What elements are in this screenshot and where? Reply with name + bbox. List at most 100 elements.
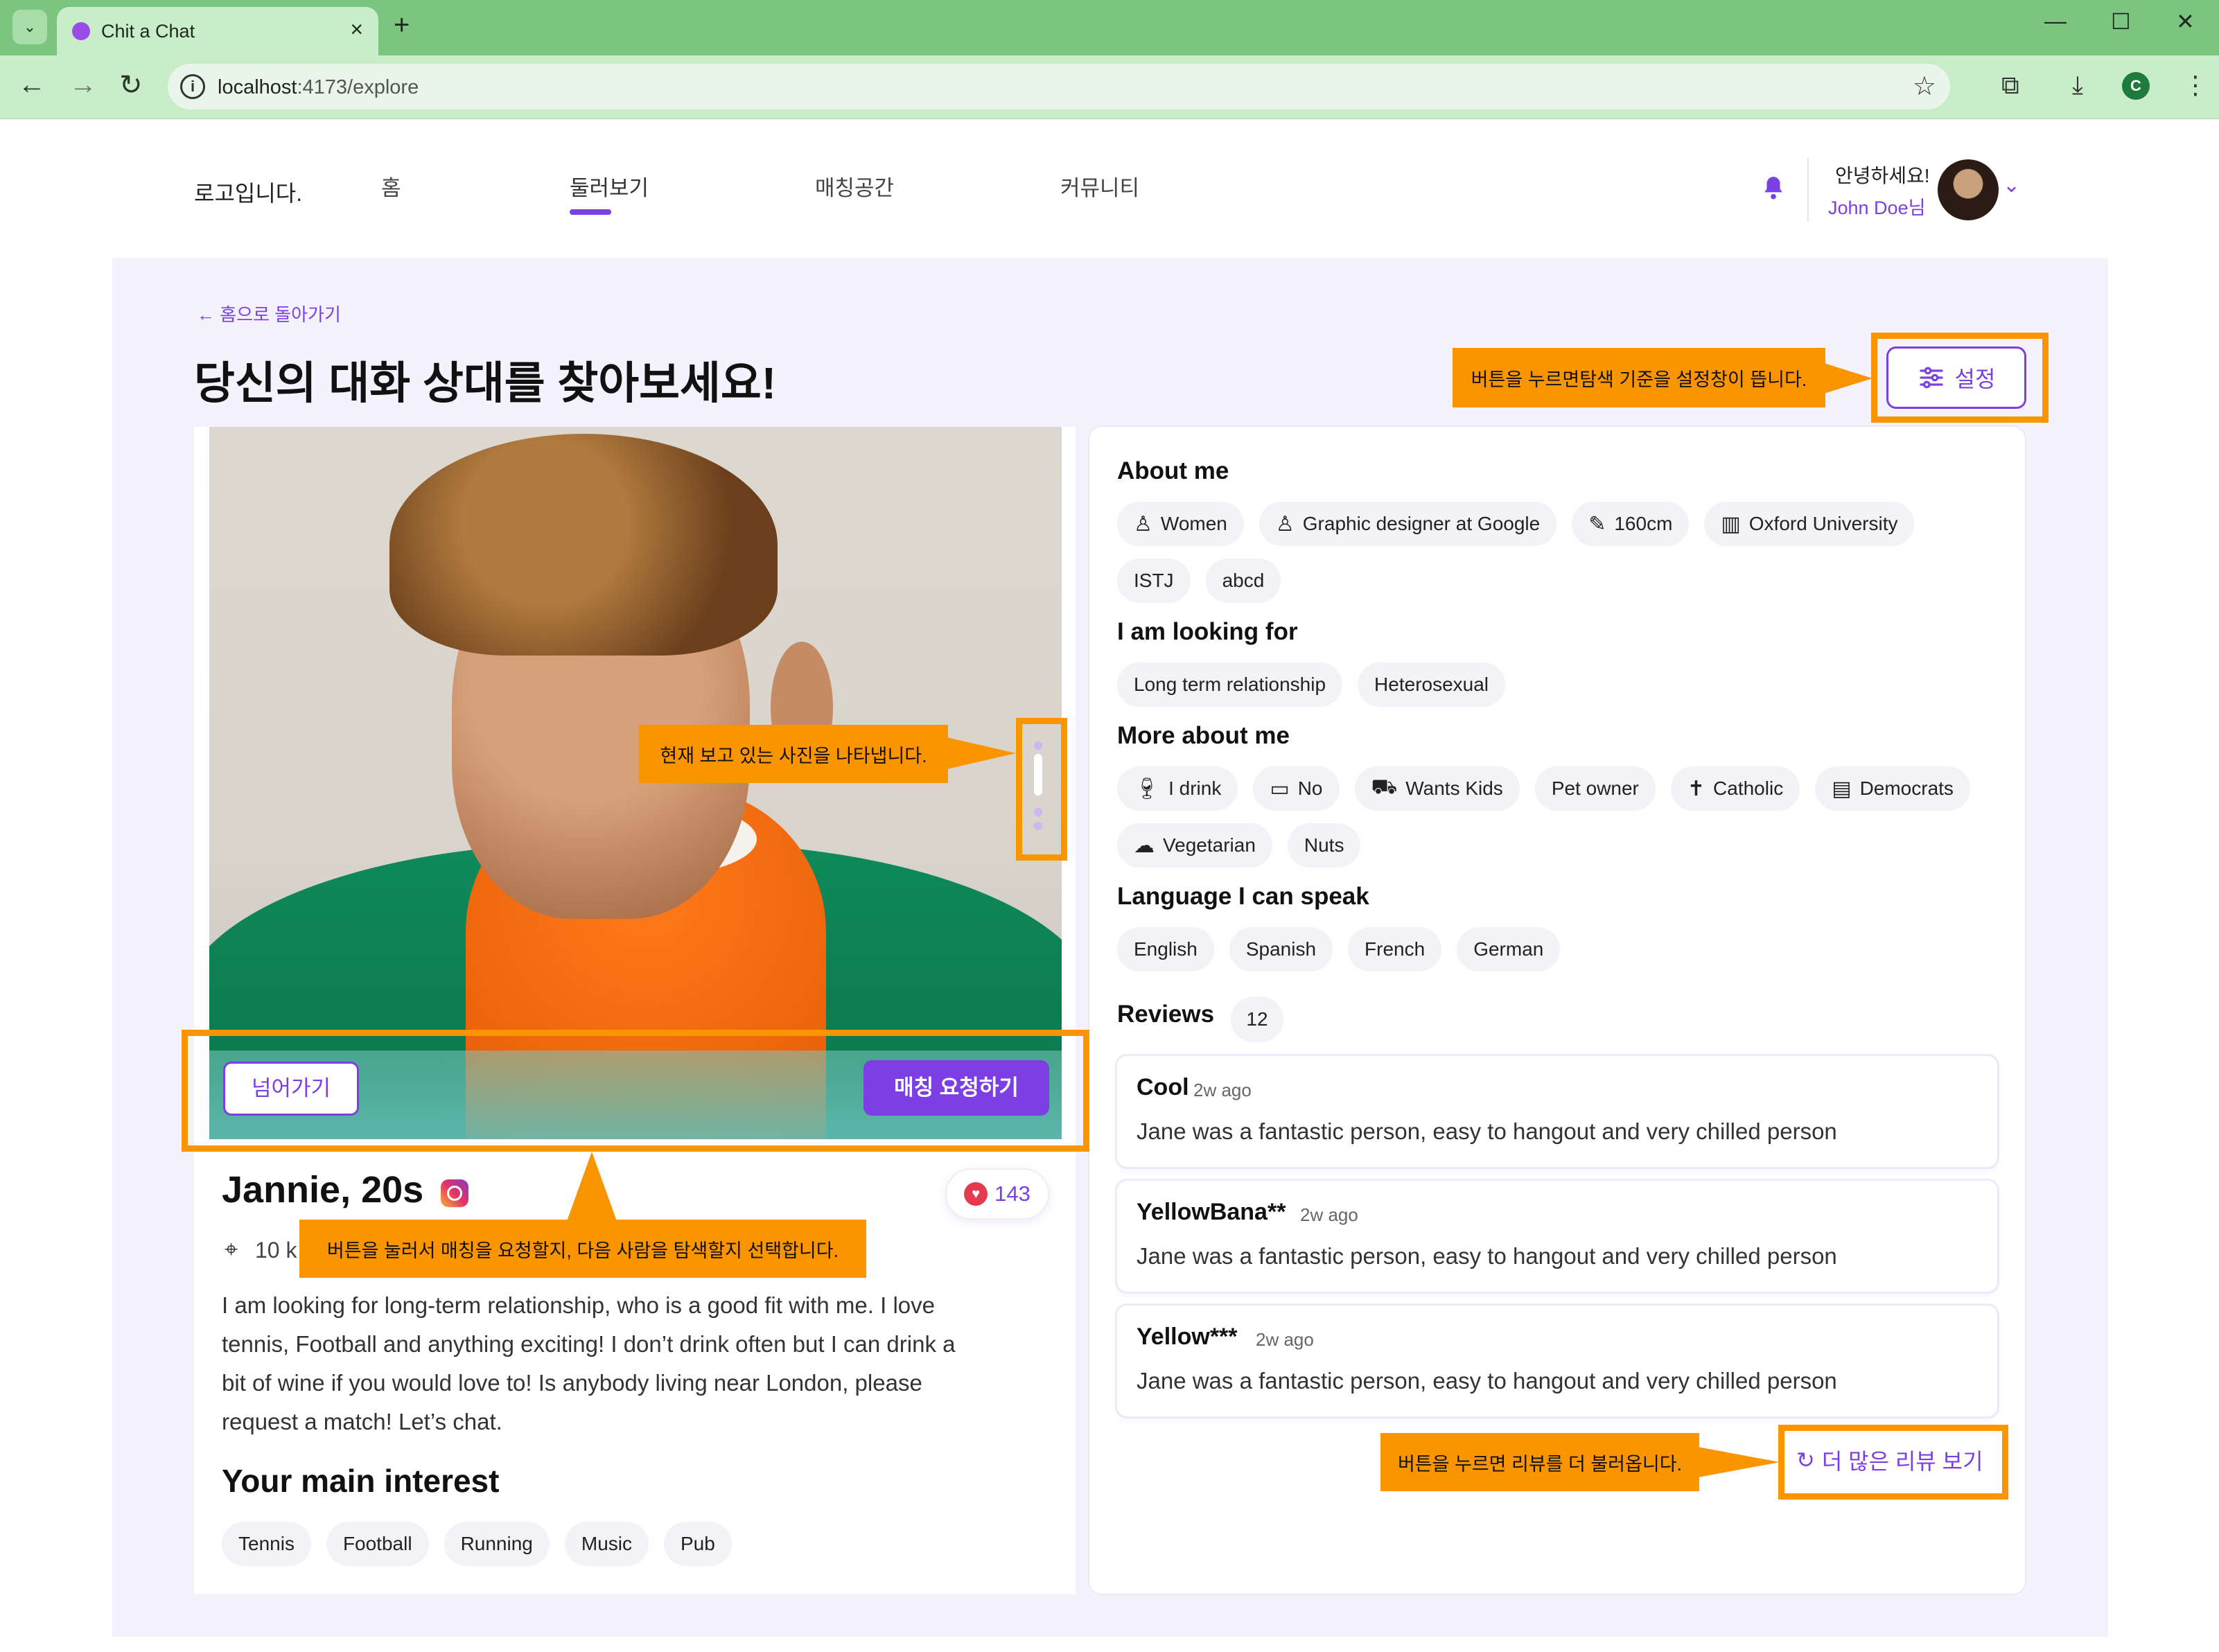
annotation-arrow	[947, 737, 1016, 769]
tab-title: Chit a Chat	[101, 21, 195, 42]
about-chip-gender: ♙ Women	[1117, 502, 1244, 546]
review-author: Yellow***	[1137, 1324, 1238, 1350]
interest-title: Your main interest	[222, 1463, 500, 1499]
interest-chip: Tennis	[222, 1522, 311, 1566]
looking-chips: Long term relationship Heterosexual	[1117, 662, 1506, 707]
language-title: Language I can speak	[1117, 883, 1369, 910]
interest-chip: Running	[444, 1522, 550, 1566]
reload-icon[interactable]: ↻	[119, 69, 143, 101]
bell-icon[interactable]	[1760, 175, 1787, 201]
interest-chips: Tennis Football Running Music Pub	[222, 1522, 732, 1566]
about-chip-school: ▥ Oxford University	[1704, 502, 1915, 546]
instagram-icon[interactable]	[441, 1179, 468, 1207]
more-chip-allergy: Nuts	[1287, 823, 1361, 868]
drink-icon: 🍷︎	[1134, 777, 1161, 800]
header-divider	[1807, 158, 1809, 222]
interest-chip: Football	[326, 1522, 429, 1566]
chef-hat-icon: ☁	[1134, 834, 1155, 857]
person-icon: ♙	[1275, 512, 1295, 536]
language-chip: Spanish	[1229, 927, 1333, 972]
back-home-link[interactable]: ← 홈으로 돌아가기	[197, 301, 341, 326]
looking-chip: Long term relationship	[1117, 662, 1343, 707]
profile-bio: I am looking for long-term relationship,…	[222, 1292, 956, 1434]
minimize-icon[interactable]: —	[2044, 8, 2067, 34]
browser-menu-icon[interactable]: ⋮	[2183, 71, 2208, 100]
review-card: YellowBana** 2w ago Jane was a fantastic…	[1117, 1181, 1997, 1292]
site-info-icon[interactable]: i	[180, 74, 205, 99]
browser-profile-avatar[interactable]: C	[2122, 72, 2150, 100]
more-chip-kids: ⛟ Wants Kids	[1354, 766, 1520, 811]
annotation-highlight-photo-indicator	[1016, 718, 1067, 861]
url-input[interactable]: i localhost:4173/explore ☆	[168, 64, 1950, 109]
review-card: Cool 2w ago Jane was a fantastic person,…	[1117, 1056, 1997, 1167]
annotation-settings: 버튼을 누르면탐색 기준을 설정창이 뜹니다.	[1453, 348, 1825, 407]
more-chip-diet: ☁ Vegetarian	[1117, 823, 1272, 868]
favicon-icon	[72, 22, 90, 40]
like-counter[interactable]: ♥ 143	[945, 1168, 1049, 1220]
close-tab-icon[interactable]: ×	[350, 17, 363, 42]
about-chip-mbti: ISTJ	[1117, 559, 1191, 603]
review-time: 2w ago	[1193, 1080, 1252, 1100]
url-text: localhost:4173/explore	[218, 76, 419, 98]
location-pin-icon: ⌖	[225, 1236, 238, 1263]
about-chip-other: abcd	[1205, 559, 1281, 603]
looking-chip: Heterosexual	[1358, 662, 1506, 707]
forward-icon[interactable]: →	[69, 69, 97, 100]
location-distance: 10 k	[255, 1238, 297, 1263]
maximize-icon[interactable]: ☐	[2111, 8, 2131, 35]
annotation-more-reviews: 버튼을 누르면 리뷰를 더 불러옵니다.	[1380, 1433, 1699, 1491]
browser-tab-bar: ⌄ Chit a Chat × + — ☐ ✕	[0, 0, 2219, 55]
review-text: Jane was a fantastic person, easy to han…	[1137, 1118, 1837, 1144]
close-window-icon[interactable]: ✕	[2176, 8, 2195, 35]
nav-matching[interactable]: 매칭공간	[815, 170, 894, 202]
nav-explore[interactable]: 둘러보기	[570, 170, 649, 202]
annotation-arrow	[567, 1152, 617, 1221]
more-chip-politics: ▤ Democrats	[1815, 766, 1970, 811]
browser-tab[interactable]: Chit a Chat ×	[57, 7, 378, 55]
greeting: 안녕하세요!	[1835, 165, 1930, 186]
reviews-count-badge: 12	[1231, 996, 1283, 1042]
address-bar-row: ← → ↻ i localhost:4173/explore ☆ ⧉ ⤓ C ⋮	[0, 55, 2219, 119]
stroller-icon: ⛟	[1371, 775, 1398, 798]
more-chip-drink: 🍷︎ I drink	[1117, 766, 1238, 811]
bookmark-star-icon[interactable]: ☆	[1913, 71, 1936, 102]
annotation-buttons: 버튼을 눌러서 매칭을 요청할지, 다음 사람을 탐색할지 선택합니다.	[299, 1220, 866, 1278]
tab-search-button[interactable]: ⌄	[12, 10, 47, 44]
more-chip-smoking: ▭ No	[1253, 766, 1340, 811]
more-chip-religion: ✝ Catholic	[1670, 766, 1800, 811]
language-chips: English Spanish French German	[1117, 927, 1561, 972]
back-icon[interactable]: ←	[18, 69, 46, 100]
annotation-highlight-more-reviews	[1778, 1425, 2008, 1500]
about-chips-2: ISTJ abcd	[1117, 559, 1281, 603]
looking-title: I am looking for	[1117, 618, 1298, 645]
logo[interactable]: 로고입니다.	[194, 176, 302, 208]
more-chip-pet: Pet owner	[1534, 766, 1656, 811]
like-count: 143	[994, 1181, 1030, 1206]
review-time: 2w ago	[1300, 1204, 1358, 1225]
nav-home[interactable]: 홈	[381, 170, 401, 202]
nav-community[interactable]: 커뮤니티	[1060, 170, 1139, 202]
review-text: Jane was a fantastic person, easy to han…	[1137, 1243, 1837, 1269]
reviews-title: Reviews	[1117, 1001, 1215, 1028]
chevron-down-icon[interactable]: ⌄	[2003, 173, 2020, 197]
active-nav-indicator	[570, 209, 611, 215]
cross-icon: ✝	[1687, 777, 1705, 800]
heart-icon: ♥	[964, 1182, 988, 1206]
more-title: More about me	[1117, 722, 1290, 749]
user-name: John Doe님	[1828, 197, 1926, 218]
more-chips: 🍷︎ I drink ▭ No ⛟ Wants Kids Pet owner ✝ Cat…	[1117, 766, 1970, 811]
new-tab-icon[interactable]: +	[394, 10, 410, 41]
download-icon[interactable]: ⤓	[2072, 71, 2083, 100]
page-title: 당신의 대화 상대를 찾아보세요!	[194, 358, 777, 408]
annotation-highlight-settings	[1871, 333, 2049, 423]
avatar[interactable]	[1938, 159, 1999, 220]
extensions-icon[interactable]: ⧉	[2001, 71, 2019, 100]
annotation-arrow	[1824, 363, 1872, 394]
annotation-arrow	[1698, 1447, 1780, 1477]
review-text: Jane was a fantastic person, easy to han…	[1137, 1368, 1837, 1394]
document-icon: ▤	[1832, 777, 1852, 800]
review-author: YellowBana**	[1137, 1199, 1286, 1225]
review-author: Cool	[1137, 1074, 1189, 1100]
review-time: 2w ago	[1256, 1329, 1314, 1350]
person-icon: ♙	[1134, 512, 1152, 536]
